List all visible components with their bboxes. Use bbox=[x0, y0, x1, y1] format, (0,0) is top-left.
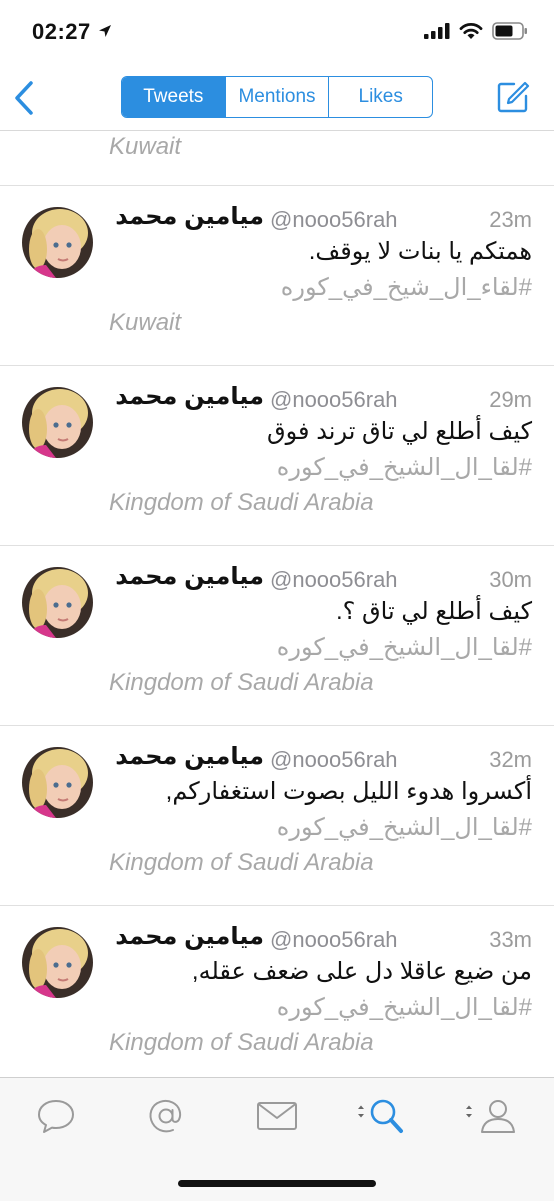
tab-tweets[interactable]: Tweets bbox=[122, 77, 225, 117]
back-button[interactable] bbox=[8, 80, 40, 116]
tweet-hashtag[interactable]: #لقا_ال_الشيخ_في_كوره bbox=[277, 993, 532, 1022]
tweet-row[interactable]: ميامين محمد @nooo56rah 29m كيف أطلع لي تاق … bbox=[0, 365, 554, 546]
navigation-bar: Tweets Mentions Likes bbox=[0, 64, 554, 131]
profile-icon bbox=[466, 1100, 515, 1133]
tweet-row[interactable]: ميامين محمد @nooo56rah 23m همتكم يا بنات لا… bbox=[0, 185, 554, 366]
tweet-handle: @nooo56rah bbox=[270, 747, 398, 772]
speech-bubble-icon bbox=[38, 1100, 74, 1133]
tweet-handle: @nooo56rah bbox=[270, 207, 398, 232]
tweet-text: من ضيع عاقلا دل على ضعف عقله, bbox=[191, 958, 532, 985]
tweet-location: Kingdom of Saudi Arabia bbox=[109, 849, 374, 876]
avatar[interactable] bbox=[22, 567, 93, 638]
avatar[interactable] bbox=[22, 927, 93, 998]
tweet-author-name[interactable]: ميامين محمد bbox=[115, 202, 264, 231]
tweet-timestamp: 32m bbox=[489, 747, 532, 772]
tweet-handle: @nooo56rah bbox=[270, 387, 398, 412]
tweet-author-name[interactable]: ميامين محمد bbox=[115, 742, 264, 771]
avatar[interactable] bbox=[22, 207, 93, 278]
tweet-feed[interactable]: Kuwait ميامين محمد @nooo56rah 23m همتكم يا … bbox=[0, 131, 554, 1077]
tweet-timestamp: 29m bbox=[489, 387, 532, 412]
compose-button[interactable] bbox=[496, 80, 530, 114]
status-time: 02:27 bbox=[32, 19, 91, 44]
tweet-author-name[interactable]: ميامين محمد bbox=[115, 922, 264, 951]
chevron-left-icon bbox=[15, 81, 33, 115]
at-sign-icon bbox=[149, 1100, 182, 1133]
tweet-hashtag[interactable]: #لقاء_ال_شيخ_في_كوره bbox=[281, 273, 532, 302]
tweet-hashtag[interactable]: #لقا_ال_الشيخ_في_كوره bbox=[277, 633, 532, 662]
location-arrow-icon bbox=[99, 25, 111, 37]
tweet-text: أكسروا هدوء الليل بصوت استغفاركم, bbox=[165, 778, 532, 805]
tweet-text: كيف أطلع لي تاق ؟. bbox=[335, 598, 532, 625]
envelope-icon bbox=[257, 1102, 297, 1130]
tweet-text: كيف أطلع لي تاق ترند فوق bbox=[267, 418, 532, 445]
tweet-timestamp: 30m bbox=[489, 567, 532, 592]
tweet-author-name[interactable]: ميامين محمد bbox=[115, 562, 264, 591]
tab-messages[interactable] bbox=[253, 1096, 301, 1136]
tab-profile[interactable] bbox=[462, 1096, 518, 1136]
status-bar: 02:27 bbox=[0, 0, 554, 64]
signal-icon bbox=[424, 23, 450, 39]
tweet-text: همتكم يا بنات لا يوقف. bbox=[308, 238, 532, 265]
tweet-location: Kuwait bbox=[109, 133, 182, 160]
tweet-handle: @nooo56rah bbox=[270, 927, 398, 952]
tweet-handle: @nooo56rah bbox=[270, 567, 398, 592]
search-icon bbox=[358, 1099, 403, 1133]
tweet-hashtag[interactable]: #لقا_ال_الشيخ_في_كوره bbox=[277, 453, 532, 482]
tweet-location: Kingdom of Saudi Arabia bbox=[109, 489, 374, 516]
status-icons bbox=[424, 22, 528, 40]
home-indicator bbox=[178, 1180, 376, 1187]
tweet-timestamp: 23m bbox=[489, 207, 532, 232]
avatar[interactable] bbox=[22, 747, 93, 818]
tab-mentions-bar[interactable] bbox=[142, 1096, 190, 1136]
tab-mentions[interactable]: Mentions bbox=[224, 77, 329, 117]
tweet-location: Kingdom of Saudi Arabia bbox=[109, 669, 374, 696]
partial-tweet[interactable]: Kuwait bbox=[0, 131, 554, 186]
battery-icon bbox=[492, 22, 527, 40]
tweet-row[interactable]: ميامين محمد @nooo56rah 32m أكسروا هدوء اللي… bbox=[0, 725, 554, 906]
tweet-row[interactable]: ميامين محمد @nooo56rah 33m من ضيع عاقلا دل … bbox=[0, 905, 554, 1077]
avatar[interactable] bbox=[22, 387, 93, 458]
tweet-timestamp: 33m bbox=[489, 927, 532, 952]
tab-likes[interactable]: Likes bbox=[328, 77, 432, 117]
tweet-location: Kuwait bbox=[109, 309, 182, 336]
timeline-segmented-control: Tweets Mentions Likes bbox=[121, 76, 433, 118]
tweet-hashtag[interactable]: #لقا_ال_الشيخ_في_كوره bbox=[277, 813, 532, 842]
tab-search[interactable] bbox=[354, 1096, 406, 1136]
tweet-location: Kingdom of Saudi Arabia bbox=[109, 1029, 374, 1056]
tweet-author-name[interactable]: ميامين محمد bbox=[115, 382, 264, 411]
tweet-row[interactable]: ميامين محمد @nooo56rah 30m كيف أطلع لي تاق … bbox=[0, 545, 554, 726]
wifi-icon bbox=[459, 23, 483, 39]
compose-icon bbox=[497, 81, 530, 113]
tab-timeline[interactable] bbox=[32, 1096, 80, 1136]
